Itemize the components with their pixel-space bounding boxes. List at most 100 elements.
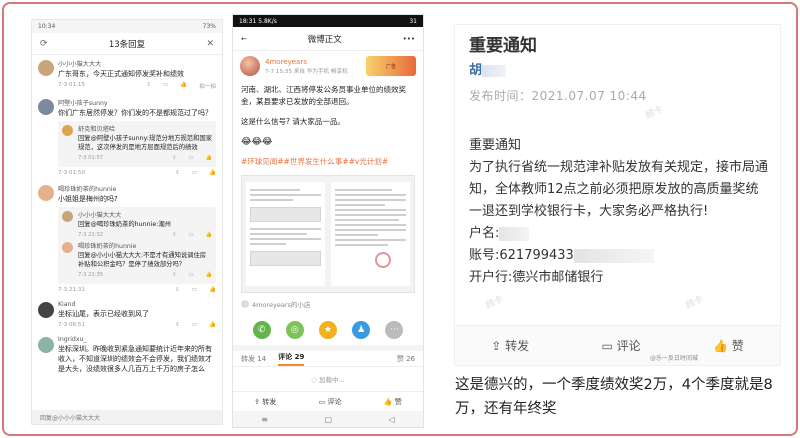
moments-icon[interactable]: ◎ <box>285 321 304 339</box>
comment-item[interactable]: Ingridxu_ 坐标深圳。昨晚收到紧急通知要统计近年来的所有收入，不知道深圳的… <box>32 332 222 378</box>
repost-icon[interactable]: ⇪ <box>172 272 176 278</box>
comment-button[interactable]: ▭ 评论 <box>319 397 342 407</box>
reply-thread: 舒克和贝塔哈回复@阿壁小孩子sunny:规范分地方规范和国家规范，这次停发的是地… <box>58 121 216 167</box>
reply-text: 回复@喝珍珠奶茶的hunnie:潮州 <box>78 221 171 228</box>
tab-repost[interactable]: 转发 14 <box>241 354 266 364</box>
comment-time: 7-3 01:15 <box>58 82 86 88</box>
avatar[interactable] <box>62 242 73 253</box>
reply-text: 回复@阿壁小孩子sunny:规范分地方规范和国家规范，这次停发的是地方层面规范后… <box>78 135 212 151</box>
repost-icon[interactable]: ⇪ <box>175 322 180 328</box>
post-paragraph: 河南、湖北、江西将停发公务员事业单位的绩效奖金，某县要求已发放的全部退回。 <box>241 85 406 106</box>
reply-item[interactable]: 小小小猫大大大 回复@喝珍珠奶茶的hunnie:潮州 7-3 21:32 ⇪ ▭ 👍 <box>62 210 212 238</box>
avatar[interactable] <box>62 125 73 136</box>
repost-icon[interactable]: ⇪ <box>175 170 180 176</box>
comment-item[interactable]: 小小小猫大大大 广东哥东，今天正式通知停发奖补和绩效 7-3 01:15 ⇪ ▭ 👍 拍一拍 <box>32 55 222 94</box>
comment-icon[interactable]: ▭ <box>192 170 197 176</box>
comment-icon[interactable]: ▭ <box>189 232 194 238</box>
comment-icon[interactable]: ▭ <box>192 322 197 328</box>
notice-publisher[interactable]: 胡 <box>469 59 507 78</box>
like-button[interactable]: 👍 赞 <box>384 397 402 407</box>
comment-author[interactable]: Ingridxu_ <box>58 336 216 343</box>
like-icon[interactable]: 👍 <box>209 322 216 328</box>
post-author[interactable]: 4moreyears 7-7 15:35 来自 华为手机 畅享机 广告 <box>233 51 423 81</box>
reply-author[interactable]: 舒克和贝塔哈 <box>78 124 212 133</box>
comment-author[interactable]: Kiand <box>58 301 216 308</box>
status-battery: 31 <box>409 17 417 25</box>
comment-author[interactable]: 阿壁小孩子sunny <box>58 98 216 107</box>
comment-button[interactable]: ▭ 评论 <box>601 337 640 354</box>
menu-nav-icon[interactable]: ≡ <box>261 415 268 424</box>
reply-author[interactable]: 喝珍珠奶茶的hunnie <box>78 241 212 250</box>
repost-icon[interactable]: ⇪ <box>172 232 176 238</box>
post-paragraph: 这是什么信号? 请大家品一品。 <box>241 117 345 126</box>
comment-icon[interactable]: ▭ <box>192 287 197 293</box>
source-watermark: @乐一反日时间城 <box>650 355 699 362</box>
notice-screen: 重要通知 胡 发布时间：2021.07.07 10:44 重要通知 为了执行省统… <box>455 25 780 365</box>
tab-like[interactable]: 赞 26 <box>397 354 415 364</box>
notice-action-bar: ⇪ 转发 ▭ 评论 👍 赞 <box>455 325 780 365</box>
comment-text: 坐标汕尾，表示已经收到风了 <box>58 310 149 318</box>
reply-author[interactable]: 小小小猫大大大 <box>78 210 212 219</box>
hashtags[interactable]: #环球见闻##世界发生什么事##v光计划# <box>241 156 415 168</box>
back-nav-icon[interactable]: ◁ <box>389 415 395 424</box>
reply-text: 回复@小小小猫大大大:不是才有通知说调住房补贴和公积金吗？是停了绩效部分吗？ <box>78 252 207 268</box>
more-icon[interactable]: ••• <box>403 35 415 43</box>
reply-item[interactable]: 喝珍珠奶茶的hunnie 回复@小小小猫大大大:不是才有通知说调住房补贴和公积金吗… <box>62 241 212 278</box>
repost-button[interactable]: ⇪ 转发 <box>491 337 529 354</box>
post-source[interactable]: 4moreyears的小店 <box>233 297 423 311</box>
comment-text: 广东哥东，今天正式通知停发奖补和绩效 <box>58 70 184 78</box>
close-icon[interactable]: ✕ <box>206 39 214 49</box>
reply-time: 7-3 21:35 <box>78 272 104 278</box>
like-button[interactable]: 👍 赞 <box>713 337 744 354</box>
comment-item[interactable]: 阿壁小孩子sunny 你们广东居然停发？你们发的不是都规范过了吗？ 舒克和贝塔哈 回复… <box>32 94 222 180</box>
like-icon[interactable]: 👍 <box>209 170 216 176</box>
back-icon[interactable]: ← <box>241 35 247 43</box>
account-number: 账号:621799433 <box>469 245 769 267</box>
repost-icon[interactable]: ⇪ <box>146 82 151 90</box>
post-title: 微博正文 <box>307 34 342 45</box>
comment-item[interactable]: Kiand 坐标汕尾，表示已经收到风了 7-3 06:51 ⇪ ▭ 👍 <box>32 297 222 332</box>
comment-icon[interactable]: ▭ <box>163 82 168 90</box>
repost-icon[interactable]: ⇪ <box>175 287 180 293</box>
comment-icon[interactable]: ▭ <box>189 155 194 161</box>
avatar[interactable] <box>62 211 73 222</box>
wechat-icon[interactable]: ✆ <box>252 321 271 339</box>
reply-item[interactable]: 舒克和贝塔哈回复@阿壁小孩子sunny:规范分地方规范和国家规范，这次停发的是地… <box>62 124 212 161</box>
avatar[interactable] <box>38 185 54 201</box>
status-bar: 18:31 5.8K/s 31 <box>233 15 423 27</box>
author-name[interactable]: 4moreyears <box>265 58 348 66</box>
comment-author[interactable]: 小小小猫大大大 <box>58 59 216 68</box>
post-header: ← 微博正文 ••• <box>233 27 423 51</box>
avatar[interactable] <box>38 302 54 318</box>
bank-name: 开户行:德兴市邮储银行 <box>469 270 604 285</box>
more-share-icon[interactable]: ⋯ <box>385 321 404 339</box>
replies-title: 13条回复 <box>108 39 146 50</box>
poke-button[interactable]: 拍一拍 <box>199 82 216 90</box>
like-icon[interactable]: 👍 <box>180 82 187 90</box>
comment-icon[interactable]: ▭ <box>189 272 194 278</box>
ad-banner[interactable]: 广告 <box>366 56 416 76</box>
document-photo[interactable] <box>241 175 415 293</box>
comment-item[interactable]: 喝珍珠奶茶的hunnie 小姐姐是梅州的吗? 小小小猫大大大 回复@喝珍珠奶茶的hun… <box>32 180 222 297</box>
avatar[interactable] <box>240 56 260 76</box>
home-nav-icon[interactable]: ▢ <box>324 415 332 424</box>
qq-icon[interactable]: ♟ <box>352 321 371 339</box>
like-icon[interactable]: 👍 <box>209 287 216 293</box>
comment-author[interactable]: 喝珍珠奶茶的hunnie <box>58 184 216 193</box>
tab-comment[interactable]: 评论 29 <box>278 352 305 366</box>
qzone-icon[interactable]: ★ <box>318 321 337 339</box>
avatar[interactable] <box>38 60 54 76</box>
avatar[interactable] <box>38 99 54 115</box>
reply-input[interactable]: 回复@小小小猫大大大 <box>32 410 222 424</box>
like-icon[interactable]: 👍 <box>206 155 212 161</box>
document-page <box>246 182 326 286</box>
like-icon[interactable]: 👍 <box>206 232 212 238</box>
comment-replies-screen: 10:34 73% ⟳ 13条回复 ✕ 小小小猫大大大 广东哥东，今天正式通知停发… <box>32 20 222 424</box>
refresh-icon[interactable]: ⟳ <box>40 39 48 49</box>
repost-icon[interactable]: ⇪ <box>172 155 176 161</box>
notice-text: 为了执行省统一规范津补贴发放有关规定，接市局通知，全体教师12点之前必须把原发放… <box>469 160 769 219</box>
caption: 这是德兴的，一个季度绩效奖2万，4个季度就是8万，还有年终奖 <box>455 377 773 417</box>
like-icon[interactable]: 👍 <box>206 272 212 278</box>
avatar[interactable] <box>38 337 54 353</box>
repost-button[interactable]: ⇪ 转发 <box>254 397 276 407</box>
